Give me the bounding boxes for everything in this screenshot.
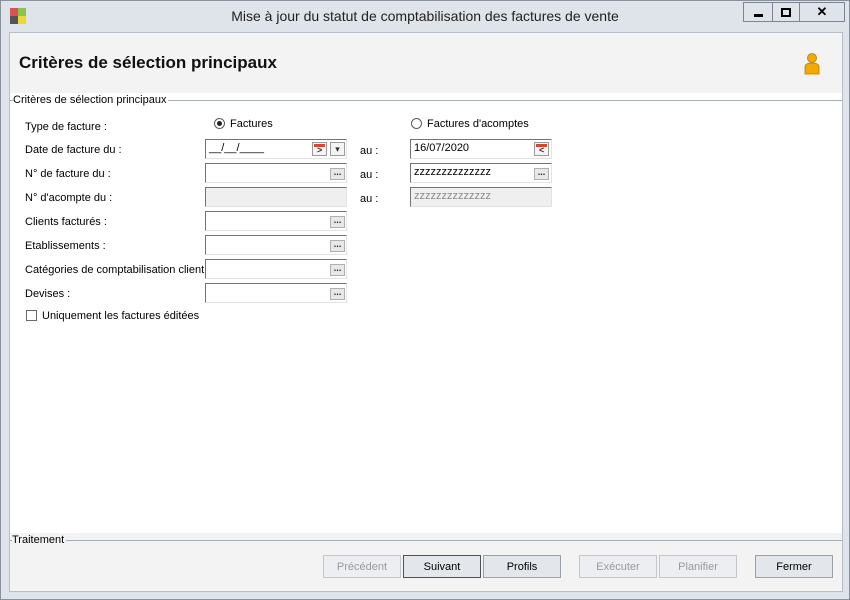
num-acompte-from-input [205,187,347,207]
fermer-button[interactable]: Fermer [755,555,833,578]
window-title: Mise à jour du statut de comptabilisatio… [231,8,619,24]
user-icon[interactable] [802,53,822,75]
date-to-value: 16/07/2020 [414,142,470,154]
executer-button-label: Exécuter [596,560,640,573]
num-facture-to-input[interactable]: zzzzzzzzzzzzzz [410,163,552,183]
date-from-value: __/__/____ [209,142,265,154]
profils-button[interactable]: Profils [483,555,561,578]
page-title: Critères de sélection principaux [19,53,277,72]
etablissements-input[interactable] [205,235,347,255]
num-facture-au-label: au : [360,169,379,181]
chevron-down-icon: ▾ [335,144,340,154]
num-acompte-to-value: zzzzzzzzzzzzzz [414,190,491,202]
profils-button-label: Profils [506,560,538,573]
minimize-icon [753,13,763,17]
group-main-label: Critères de sélection principaux [13,94,169,106]
main-window: Mise à jour du statut de comptabilisatio… [0,0,850,600]
suivant-button-label: Suivant [423,560,461,573]
clients-browse-button[interactable]: ... [330,216,345,228]
calendar-arrow-left-icon: < [539,145,545,155]
fermer-button-label: Fermer [776,560,812,573]
dialog-body: Critères de sélection principaux Critère… [9,32,843,592]
etablissements-browse-button[interactable]: ... [330,240,345,252]
precedent-button[interactable]: Précédent [323,555,401,578]
radio-factures-acomptes[interactable] [411,118,422,129]
type-facture-label: Type de facture : [25,121,107,133]
devises-label: Devises : [25,288,71,300]
group-traitement-line [10,540,842,541]
planifier-button[interactable]: Planifier [659,555,737,578]
close-button[interactable]: ✕ [799,2,845,22]
date-facture-label: Date de facture du : [25,144,122,156]
close-icon: ✕ [816,4,828,19]
clients-input[interactable] [205,211,347,231]
clients-label: Clients facturés : [25,216,107,228]
executer-button[interactable]: Exécuter [579,555,657,578]
group-traitement-label: Traitement [12,534,67,546]
title-bar[interactable]: Mise à jour du statut de comptabilisatio… [1,1,849,31]
devises-input[interactable] [205,283,347,303]
categories-input[interactable] [205,259,347,279]
maximize-icon [781,7,791,17]
categories-label: Catégories de comptabilisation client : [25,264,211,276]
date-au-label: au : [360,145,379,157]
num-facture-from-input[interactable] [205,163,347,183]
radio-factures[interactable] [214,118,225,129]
planifier-button-label: Planifier [678,560,718,573]
calendar-arrow-right-icon: > [317,145,323,155]
num-facture-from-browse-button[interactable]: ... [330,168,345,180]
suivant-button[interactable]: Suivant [403,555,481,578]
radio-factures-acomptes-label[interactable]: Factures d'acomptes [427,118,529,130]
num-acompte-label: N° d'acompte du : [25,192,113,204]
precedent-button-label: Précédent [336,560,388,573]
categories-browse-button[interactable]: ... [330,264,345,276]
header-band: Critères de sélection principaux [10,33,842,93]
devises-browse-button[interactable]: ... [330,288,345,300]
date-to-calendar-button[interactable]: < [534,142,549,156]
maximize-button[interactable] [772,2,800,22]
minimize-button[interactable] [743,2,773,22]
date-from-dropdown-button[interactable]: ▾ [330,142,345,156]
radio-factures-label[interactable]: Factures [230,118,273,130]
num-acompte-to-input: zzzzzzzzzzzzzz [410,187,552,207]
etablissements-label: Etablissements : [25,240,106,252]
num-facture-to-value: zzzzzzzzzzzzzz [414,166,491,178]
num-facture-to-browse-button[interactable]: ... [534,168,549,180]
uniquement-checkbox[interactable] [26,310,37,321]
app-icon [10,8,26,24]
num-facture-label: N° de facture du : [25,168,111,180]
date-to-input[interactable]: 16/07/2020 [410,139,552,159]
uniquement-label[interactable]: Uniquement les factures éditées [42,310,199,322]
num-acompte-au-label: au : [360,193,379,205]
date-from-calendar-button[interactable]: > [312,142,327,156]
